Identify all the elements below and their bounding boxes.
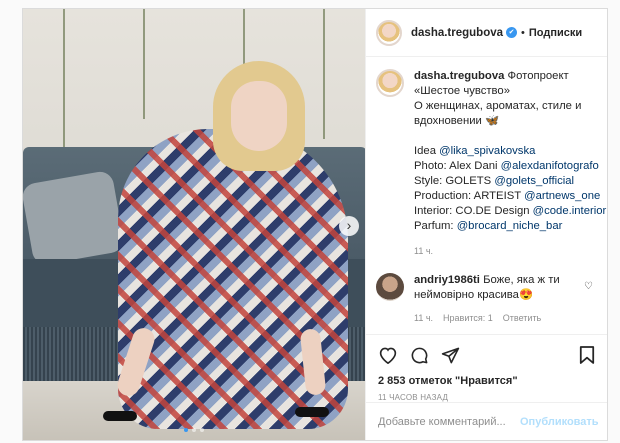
next-photo-button[interactable]: › [339,216,359,236]
hanging-plant [323,9,325,139]
credit-label: Interior: CO.DE Design [414,205,533,217]
comment-bubble-icon[interactable] [410,346,429,365]
hanging-plant [143,9,145,119]
photo-shoe [295,407,329,417]
caption-line: «Шестое чувство» [414,85,510,97]
credit-tag-link[interactable]: @alexdanifotografo [501,160,599,172]
post-photo[interactable]: › [23,9,365,440]
comment-text: неймовірно красива😍 [414,289,534,301]
credit-label: Idea [414,145,440,157]
carousel-dot [200,428,204,432]
instagram-post: › dasha.tregubova ✔ • Подписки dasha.tre… [22,8,608,441]
comments-section[interactable]: dasha.tregubova Фотопроект «Шестое чувст… [366,57,607,334]
comment-time[interactable]: 11 ч. [414,311,433,326]
commenter-username[interactable]: andriy1986ti [414,274,480,286]
comment-input[interactable] [378,415,520,428]
post-time[interactable]: 11 ЧАСОВ НАЗАД [378,393,595,402]
post-sidebar: dasha.tregubova ✔ • Подписки dasha.tregu… [365,9,607,440]
comment-item: andriy1986ti Боже, яка ж ти неймовірно к… [376,273,597,326]
caption-avatar[interactable] [376,69,404,97]
credit-tag-link[interactable]: @lika_spivakovska [439,145,535,157]
credit-tag-link[interactable]: @golets_official [494,175,574,187]
credit-label: Photo: Alex Dani [414,160,501,172]
credit-label: Parfum: [414,220,457,232]
photo-face [231,81,287,151]
credit-tag-link[interactable]: @brocard_niche_bar [457,220,563,232]
publish-button[interactable]: Опубликовать [520,416,599,428]
credit-label: Style: GOLETS [414,175,495,187]
hanging-plant [63,9,65,149]
author-username[interactable]: dasha.tregubova [411,27,503,39]
verified-badge-icon: ✔ [506,27,518,38]
commenter-avatar[interactable] [376,273,404,301]
share-send-icon[interactable] [441,346,460,365]
caption-credits: Idea @lika_spivakovska Photo: Alex Dani … [414,144,606,234]
carousel-dot-active [184,428,188,432]
post-actions: 2 853 отметок "Нравится" 11 ЧАСОВ НАЗАД [366,334,607,402]
post-caption: dasha.tregubova Фотопроект «Шестое чувст… [376,69,606,259]
caption-username[interactable]: dasha.tregubova [414,70,504,82]
caption-time[interactable]: 11 ч. [414,244,594,259]
reply-button[interactable]: Ответить [503,311,541,326]
credit-tag-link[interactable]: @artnews_one [524,190,600,202]
following-button[interactable]: Подписки [529,27,582,39]
caption-line: Фотопроект [507,70,569,82]
bookmark-icon[interactable] [579,345,595,365]
post-header: dasha.tregubova ✔ • Подписки [366,9,607,57]
caption-line: О женщинах, ароматах, стиле и [414,100,582,112]
comment-like-heart-icon[interactable]: ♡ [584,281,593,292]
carousel-dot [192,428,196,432]
follow-separator: • [521,26,525,39]
credit-label: Production: ARTEIST [414,190,525,202]
comment-likes[interactable]: Нравится: 1 [443,311,493,326]
photo-shoe [103,411,137,421]
credit-tag-link[interactable]: @code.interior [533,205,607,217]
author-avatar[interactable] [376,19,402,46]
likes-count[interactable]: 2 853 отметок "Нравится" [378,375,595,387]
like-heart-icon[interactable] [378,346,398,364]
add-comment-bar: Опубликовать [366,402,607,440]
photo-pillow [23,169,126,267]
caption-line: вдохновении 🦋 [414,115,500,127]
comment-text: Боже, яка ж ти [483,274,560,286]
carousel-dots [23,428,365,432]
